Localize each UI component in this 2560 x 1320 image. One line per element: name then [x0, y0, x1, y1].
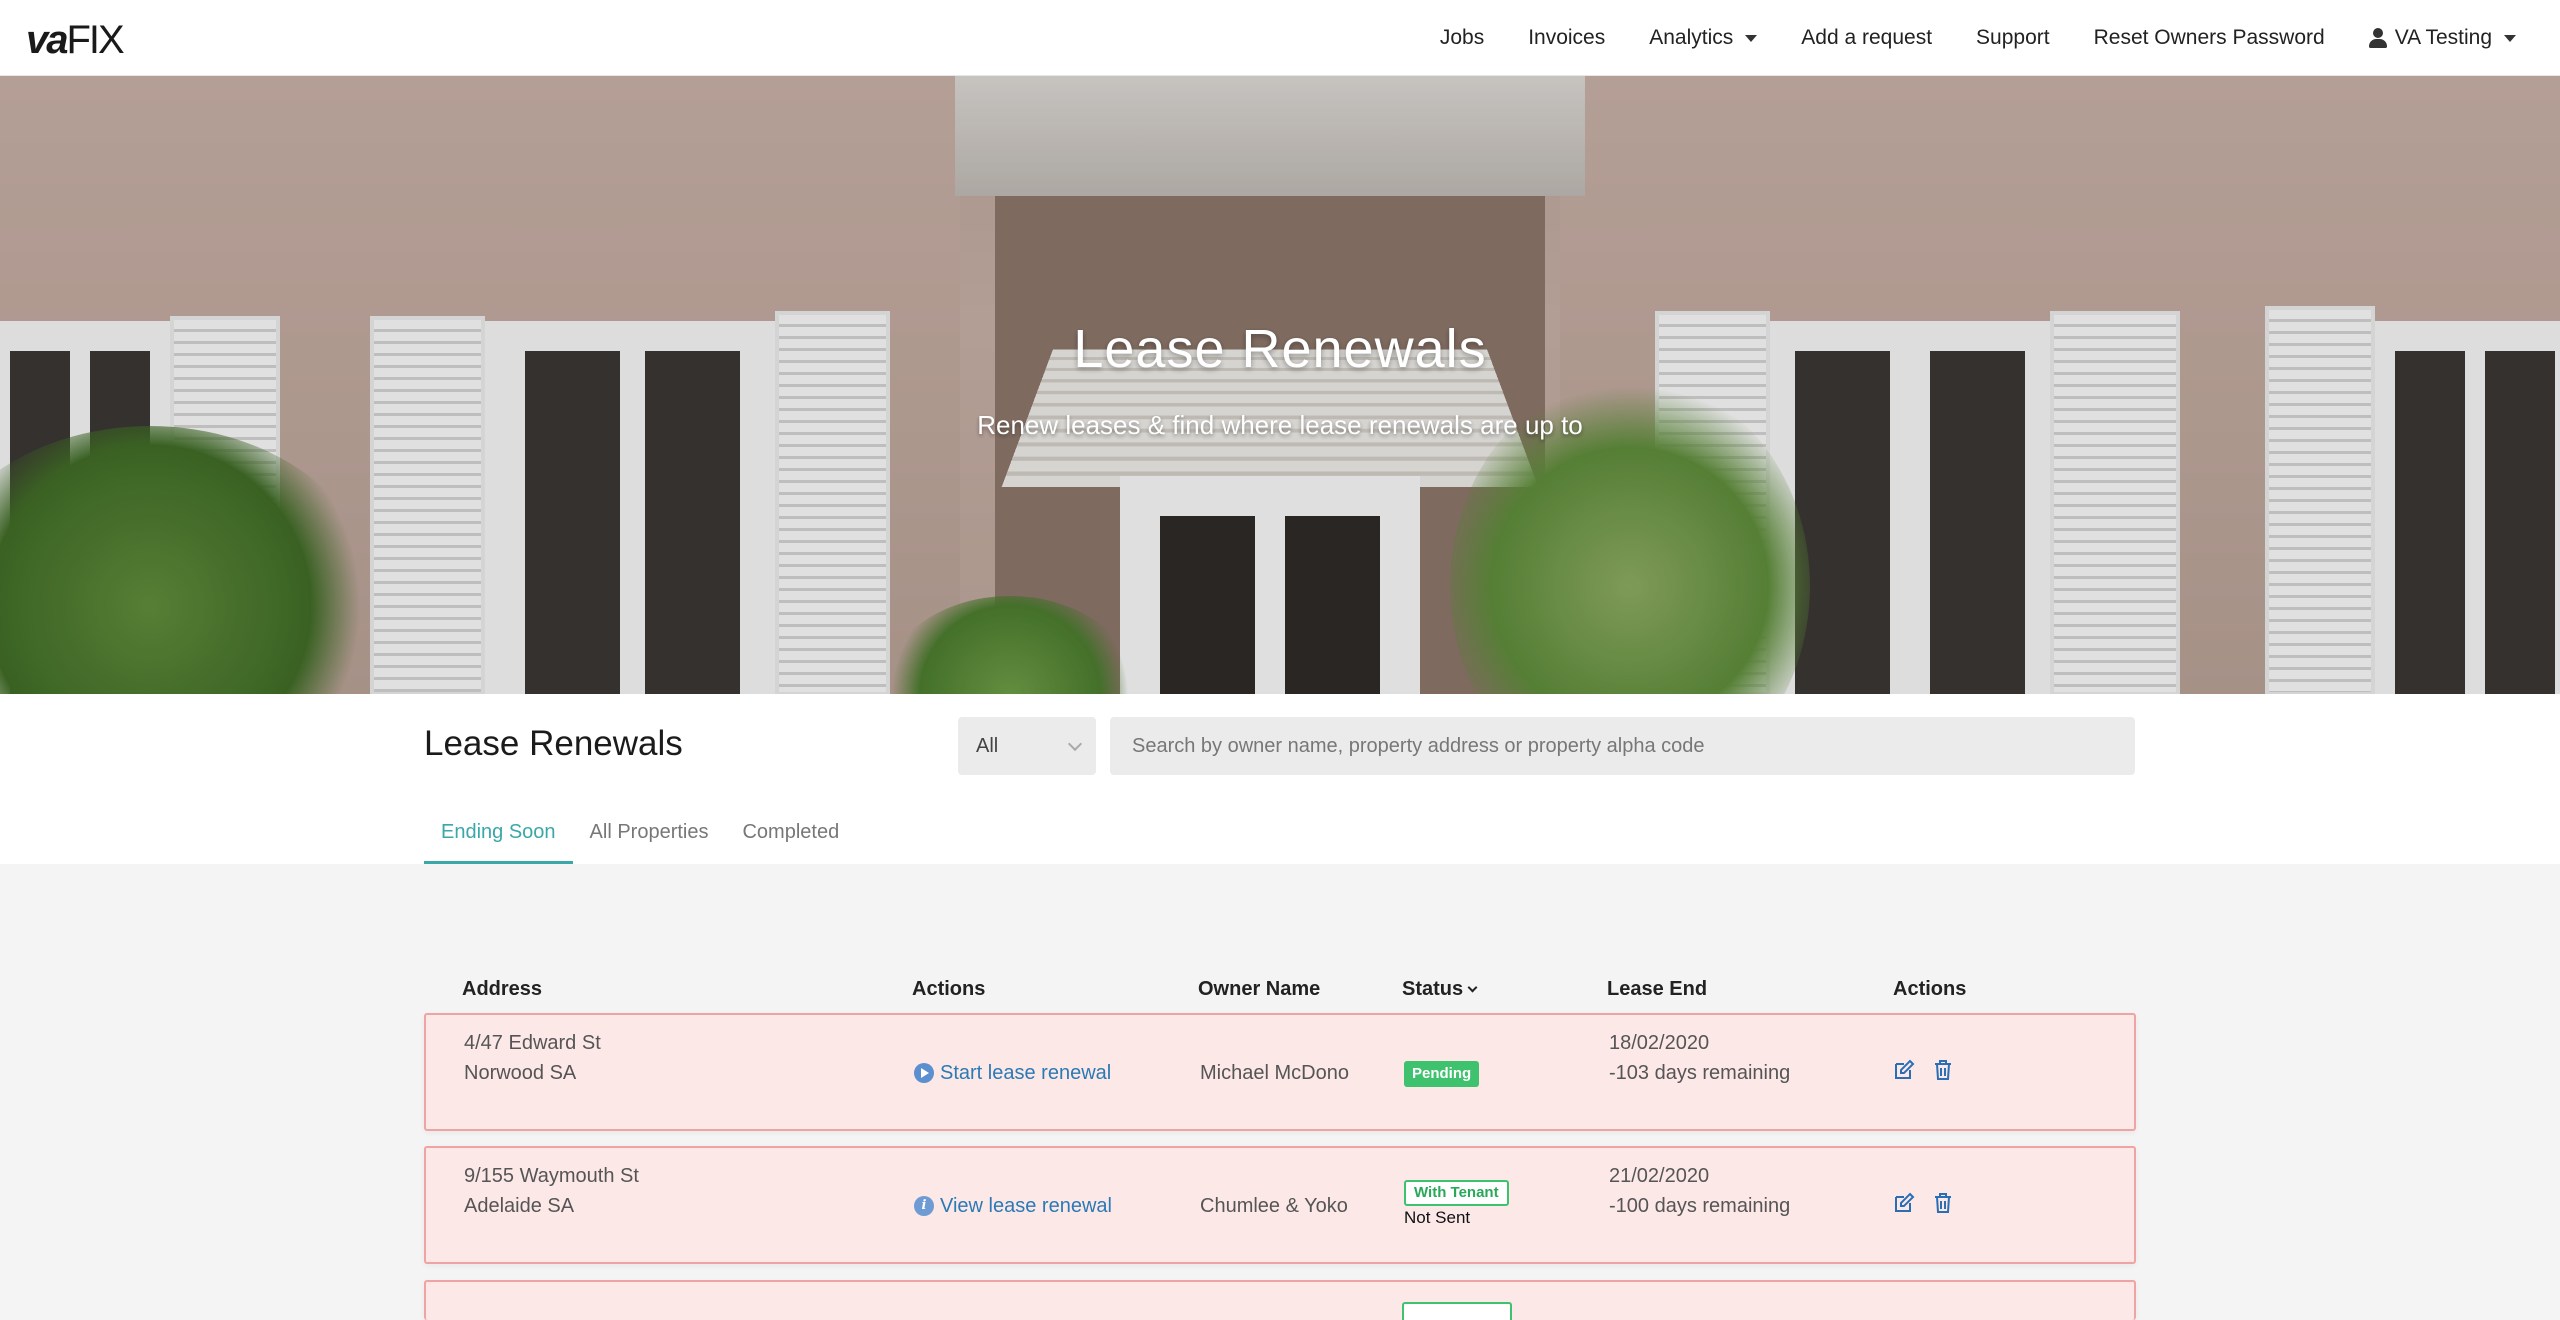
tab-all-properties[interactable]: All Properties	[573, 812, 726, 864]
edit-icon[interactable]	[1892, 1058, 1916, 1082]
col-address[interactable]: Address	[462, 978, 542, 1001]
address-cell: 4/47 Edward St Norwood SA	[464, 1028, 601, 1088]
address-line2: Norwood SA	[464, 1062, 577, 1084]
table-row: 9/155 Waymouth St Adelaide SA i View lea…	[424, 1146, 2136, 1264]
user-icon	[2368, 28, 2387, 48]
nav-add-request[interactable]: Add a request	[1779, 26, 1954, 50]
table-header: Address Actions Owner Name Status Lease …	[424, 978, 2136, 1008]
status-cell: With Tenant Not Sent	[1404, 1176, 1509, 1230]
page-title: Lease Renewals	[424, 724, 683, 763]
start-lease-renewal-link[interactable]: Start lease renewal	[914, 1058, 1111, 1088]
lease-end-date: 18/02/2020	[1609, 1032, 1710, 1054]
vafix-logo[interactable]: va FIX	[26, 18, 125, 63]
status-cell: Pending	[1404, 1057, 1480, 1087]
nav-add-request-label: Add a request	[1801, 26, 1933, 49]
sub-status: Not Sent	[1404, 1208, 1471, 1227]
chevron-down-icon	[1067, 736, 1083, 752]
hero-banner: Lease Renewals Renew leases & find where…	[0, 76, 2560, 694]
col-owner-name[interactable]: Owner Name	[1198, 978, 1320, 1001]
owner-name-cell: Michael McDono	[1200, 1062, 1349, 1084]
filter-selected-value: All	[976, 734, 999, 757]
status-badge: With Tenant	[1404, 1180, 1509, 1206]
caret-down-icon	[1745, 34, 1758, 42]
lease-end-cell: 18/02/2020 -103 days remaining	[1609, 1028, 1790, 1088]
hero-title: Lease Renewals	[1073, 319, 1487, 379]
trash-icon[interactable]	[1931, 1058, 1955, 1082]
edit-icon[interactable]	[1892, 1191, 1916, 1215]
tab-bar: Ending Soon All Properties Completed	[424, 812, 856, 864]
tab-ending-soon[interactable]: Ending Soon	[424, 812, 573, 864]
action-label: Start lease renewal	[940, 1062, 1112, 1084]
nav-menu: Jobs Invoices Analytics Add a request Su…	[1418, 0, 2538, 76]
caret-down-icon	[2504, 34, 2516, 42]
sort-chevron-down-icon	[1467, 982, 1478, 993]
address-line1: 9/155 Waymouth St	[464, 1165, 639, 1187]
status-filter-select[interactable]: All	[958, 717, 1096, 775]
info-circle-icon: i	[914, 1196, 934, 1216]
nav-analytics-label: Analytics	[1649, 26, 1734, 49]
table-row	[424, 1280, 2136, 1320]
col-row-actions: Actions	[1893, 978, 1967, 1000]
days-remaining: -103 days remaining	[1609, 1062, 1791, 1084]
view-lease-renewal-link[interactable]: i View lease renewal	[914, 1191, 1112, 1221]
col-lease-end[interactable]: Lease End	[1607, 978, 1707, 1001]
search-input[interactable]	[1110, 717, 2135, 775]
nav-invoices[interactable]: Invoices	[1506, 26, 1627, 50]
col-actions: Actions	[912, 978, 986, 1000]
hero-overlay	[0, 76, 2560, 694]
days-remaining: -100 days remaining	[1609, 1195, 1791, 1217]
nav-user-label: VA Testing	[2394, 26, 2492, 49]
address-cell: 9/155 Waymouth St Adelaide SA	[464, 1161, 639, 1221]
action-label: View lease renewal	[940, 1195, 1112, 1217]
nav-analytics-dropdown[interactable]: Analytics	[1627, 26, 1779, 50]
nav-jobs-label: Jobs	[1439, 26, 1485, 49]
address-line2: Adelaide SA	[464, 1195, 575, 1217]
nav-support[interactable]: Support	[1954, 26, 2072, 50]
status-badge: Pending	[1404, 1061, 1480, 1087]
trash-icon[interactable]	[1931, 1191, 1955, 1215]
play-circle-icon	[914, 1063, 934, 1083]
logo-bold-text: va	[26, 18, 68, 62]
nav-user-menu[interactable]: VA Testing	[2347, 26, 2538, 50]
nav-jobs[interactable]: Jobs	[1418, 26, 1506, 50]
address-line1: 4/47 Edward St	[464, 1032, 601, 1054]
nav-reset-owners-password[interactable]: Reset Owners Password	[2072, 26, 2347, 50]
table-row: 4/47 Edward St Norwood SA Start lease re…	[424, 1013, 2136, 1131]
lease-end-date: 21/02/2020	[1609, 1165, 1710, 1187]
col-status-label: Status	[1402, 978, 1464, 1000]
lease-end-cell: 21/02/2020 -100 days remaining	[1609, 1161, 1790, 1221]
top-navbar: va FIX Jobs Invoices Analytics Add a requ…	[0, 0, 2560, 76]
owner-name-cell: Chumlee & Yoko	[1200, 1195, 1348, 1217]
tab-completed[interactable]: Completed	[725, 812, 856, 864]
nav-invoices-label: Invoices	[1528, 26, 1606, 49]
nav-reset-password-label: Reset Owners Password	[2093, 26, 2325, 49]
logo-thin-text: FIX	[66, 18, 125, 62]
hero-subtitle: Renew leases & find where lease renewals…	[977, 410, 1583, 440]
status-badge	[1402, 1302, 1512, 1320]
col-status-sort[interactable]: Status	[1402, 978, 1478, 1001]
nav-support-label: Support	[1976, 26, 2050, 49]
